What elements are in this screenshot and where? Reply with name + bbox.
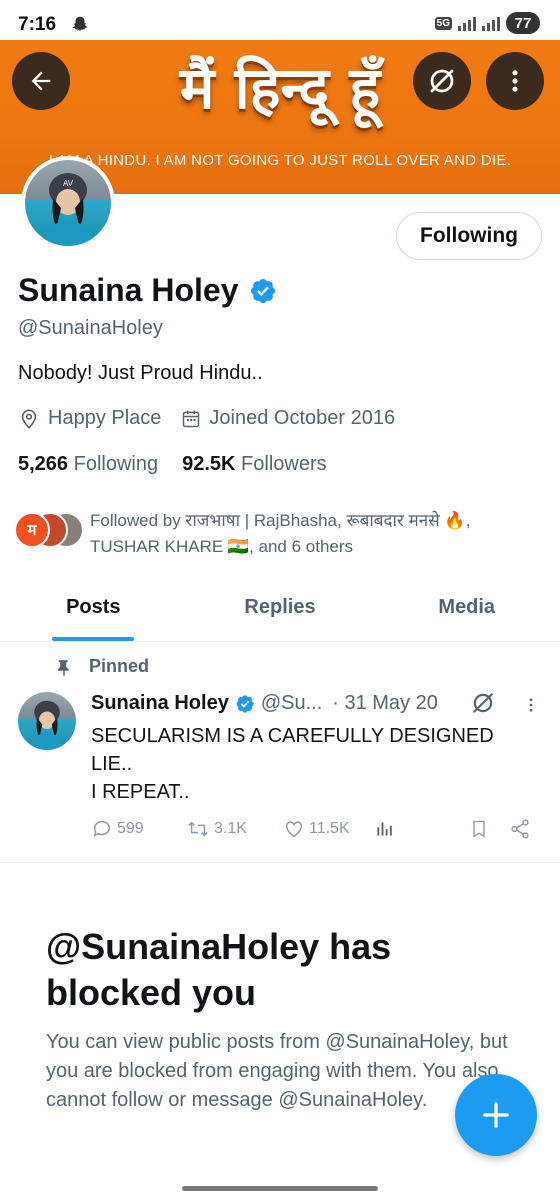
network-badge: 5G bbox=[434, 16, 452, 30]
tweet-date[interactable]: · 31 May 20 bbox=[332, 692, 438, 715]
svg-text:AV: AV bbox=[63, 179, 74, 188]
blocked-body: You can view public posts from @SunainaH… bbox=[46, 1031, 508, 1111]
status-bar: 7:16 5G 77 bbox=[0, 0, 560, 40]
share-icon bbox=[511, 819, 529, 839]
followers-count: 92.5K bbox=[182, 453, 236, 475]
banner-title: मैं हिन्दू हूँ bbox=[179, 54, 381, 122]
profile-meta: Happy Place Joined October 2016 bbox=[18, 407, 395, 430]
active-tab-indicator bbox=[52, 637, 134, 641]
grok-icon[interactable] bbox=[470, 690, 496, 716]
pinned-indicator: Pinned bbox=[55, 656, 149, 677]
reply-icon bbox=[93, 820, 111, 837]
tweet-text-line3: I REPEAT.. bbox=[91, 781, 190, 803]
display-name-text: Sunaina Holey bbox=[18, 272, 239, 308]
views-icon bbox=[377, 822, 392, 836]
avatar-illustration: AV bbox=[43, 173, 93, 246]
profile-display-name: Sunaina Holey bbox=[18, 272, 277, 309]
tab-media[interactable]: Media bbox=[373, 584, 560, 641]
more-options-button[interactable] bbox=[486, 52, 544, 110]
mini-avatar-letter: म bbox=[27, 522, 37, 539]
joined-text: Joined October 2016 bbox=[209, 407, 396, 429]
tweet-avatar-illustration bbox=[30, 700, 64, 750]
tweet-text-line1: SECULARISM IS A CAREFULLY DESIGNED bbox=[91, 725, 494, 747]
status-indicators: 5G 77 bbox=[434, 12, 540, 34]
repost-count: 3.1K bbox=[214, 820, 247, 837]
bookmark-button[interactable] bbox=[469, 818, 489, 840]
bookmark-icon bbox=[473, 820, 485, 838]
followers-label: Followers bbox=[241, 453, 327, 475]
profile-bio: Nobody! Just Proud Hindu.. bbox=[18, 362, 263, 384]
profile-avatar[interactable]: AV bbox=[21, 156, 115, 250]
tweet-text: SECULARISM IS A CAREFULLY DESIGNED LIE..… bbox=[91, 722, 521, 806]
location-text: Happy Place bbox=[48, 407, 162, 429]
back-arrow-icon bbox=[31, 71, 51, 91]
profile-tabs: Posts Replies Media bbox=[0, 584, 560, 642]
followed-by-line2: TUSHAR KHARE 🇮🇳, and 6 others bbox=[90, 537, 354, 556]
like-button[interactable]: 11.5K bbox=[283, 818, 350, 840]
tweet-header: Sunaina Holey @Su... · 31 May 20 bbox=[91, 692, 438, 715]
status-time: 7:16 bbox=[18, 14, 57, 35]
battery-indicator: 77 bbox=[506, 12, 540, 34]
reply-button[interactable]: 599 bbox=[91, 818, 144, 840]
views-button[interactable] bbox=[375, 818, 395, 840]
section-divider bbox=[0, 862, 560, 863]
compose-button[interactable] bbox=[455, 1074, 537, 1156]
share-button[interactable] bbox=[509, 818, 531, 840]
tweet-avatar[interactable] bbox=[18, 692, 76, 750]
following-label: Following bbox=[73, 453, 159, 475]
signal-icon bbox=[458, 15, 476, 31]
tweet-author-name[interactable]: Sunaina Holey bbox=[91, 692, 229, 715]
mini-avatar-1: म bbox=[14, 512, 50, 548]
followed-by-text: Followed by राजभाषा | RajBhasha, रूबाबदा… bbox=[90, 508, 530, 560]
tweet-author-handle: @Su... bbox=[260, 692, 323, 714]
followed-by-avatars: म bbox=[14, 510, 86, 550]
follow-counts: 5,266 Following 92.5K Followers bbox=[18, 453, 327, 476]
tweet-more-icon[interactable] bbox=[522, 694, 540, 716]
verified-badge-icon bbox=[236, 694, 254, 713]
calendar-icon bbox=[183, 410, 200, 427]
home-indicator[interactable] bbox=[182, 1186, 378, 1191]
repost-icon bbox=[188, 821, 208, 837]
pin-icon bbox=[58, 659, 69, 676]
followed-by-section[interactable]: म Followed by राजभाषा | RajBhasha, रूबाब… bbox=[14, 510, 530, 560]
tab-posts[interactable]: Posts bbox=[0, 584, 187, 641]
grok-button[interactable] bbox=[413, 52, 471, 110]
tab-replies[interactable]: Replies bbox=[187, 584, 374, 641]
reply-count: 599 bbox=[117, 820, 144, 837]
tweet-text-line2: LIE.. bbox=[91, 753, 133, 775]
tweet-actions: 599 3.1K 11.5K bbox=[91, 818, 541, 844]
plus-icon bbox=[483, 1102, 509, 1128]
avatar-image: AV bbox=[25, 160, 111, 246]
back-button[interactable] bbox=[12, 52, 70, 110]
like-count: 11.5K bbox=[309, 820, 350, 837]
following-count-link[interactable]: 5,266 Following bbox=[18, 453, 158, 476]
pinned-label: Pinned bbox=[89, 656, 150, 676]
repost-button[interactable]: 3.1K bbox=[186, 818, 247, 840]
location-icon bbox=[21, 408, 37, 429]
more-vertical-icon bbox=[512, 70, 518, 92]
like-icon bbox=[285, 821, 303, 838]
following-button[interactable]: Following bbox=[396, 212, 542, 260]
following-count: 5,266 bbox=[18, 453, 69, 475]
profile-handle: @SunainaHoley bbox=[18, 317, 163, 339]
signal-icon-2 bbox=[482, 15, 500, 31]
snapchat-notification-icon bbox=[72, 16, 88, 31]
grok-icon bbox=[430, 69, 454, 93]
followed-by-line1: Followed by राजभाषा | RajBhasha, रूबाबदा… bbox=[90, 511, 471, 530]
followers-count-link[interactable]: 92.5K Followers bbox=[182, 453, 327, 476]
blocked-title: @SunainaHoley has blocked you bbox=[46, 926, 392, 1013]
verified-badge-icon bbox=[250, 278, 275, 303]
